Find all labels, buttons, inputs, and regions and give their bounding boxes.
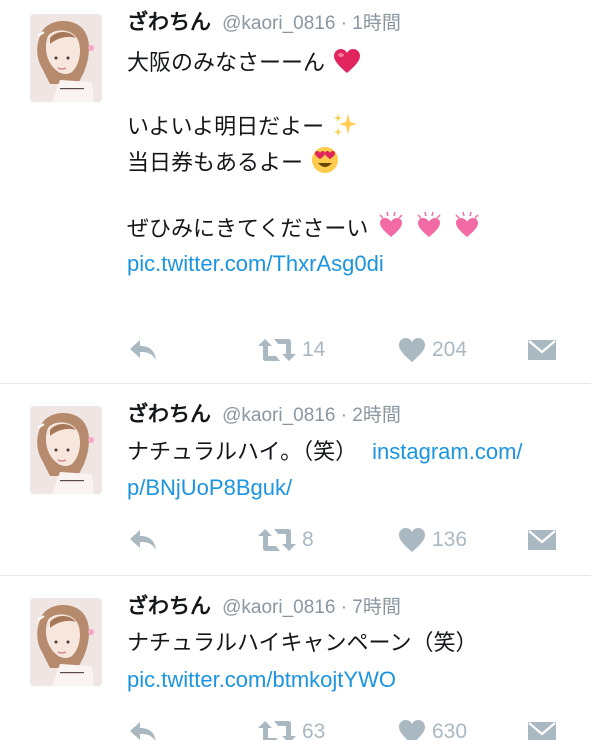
tweet[interactable]: ざわちん @kaori_0816 · 7時間 ナチュラルハイキャンペーン（笑） … <box>0 576 591 740</box>
tweet-text: ナチュラルハイキャンペーン（笑） pic.twitter.com/btmkojt… <box>127 626 591 698</box>
like-count: 136 <box>432 528 468 551</box>
growing-heart-emoji <box>455 211 479 237</box>
timestamp[interactable]: 2時間 <box>352 405 401 426</box>
tweet-meta: @kaori_0816 · 7時間 <box>222 597 401 618</box>
heart-icon <box>399 338 425 362</box>
tweet-line: 当日券もあるよー <box>127 146 591 182</box>
reply-icon <box>130 722 156 740</box>
retweet-icon <box>258 339 296 361</box>
tweet-header: ざわちん @kaori_0816 · 2時間 <box>127 400 401 430</box>
reply-button[interactable] <box>128 712 158 740</box>
envelope-icon <box>528 340 556 360</box>
retweet-icon <box>258 529 296 551</box>
heart-icon <box>399 528 425 552</box>
retweet-count: 63 <box>302 720 326 740</box>
direct-message-button[interactable] <box>527 330 557 370</box>
tweet-meta: @kaori_0816 · 2時間 <box>222 405 401 426</box>
timeline: ざわちん @kaori_0816 · 1時間 大阪のみなさーーん いよいよ明日だ… <box>0 0 591 740</box>
retweet-count: 14 <box>302 338 326 361</box>
display-name[interactable]: ざわちん <box>127 594 211 618</box>
timestamp[interactable]: 7時間 <box>352 597 401 618</box>
display-name[interactable]: ざわちん <box>127 10 211 34</box>
tweet-line: ナチュラルハイキャンペーン（笑） <box>127 631 478 656</box>
heart-eyes-emoji <box>312 147 339 173</box>
envelope-icon <box>528 530 556 550</box>
envelope-icon <box>528 722 556 740</box>
heart-icon <box>399 720 425 740</box>
separator: · <box>340 597 348 618</box>
media-link[interactable]: pic.twitter.com/btmkojtYWO <box>127 667 396 692</box>
direct-message-button[interactable] <box>527 712 557 740</box>
handle[interactable]: @kaori_0816 <box>222 13 335 34</box>
retweet-button[interactable]: 63 <box>258 712 325 740</box>
like-button[interactable]: 136 <box>398 520 467 560</box>
sparkles-emoji <box>334 114 358 136</box>
reply-button[interactable] <box>128 330 158 370</box>
instagram-link[interactable]: instagram.com/ <box>372 439 522 464</box>
like-button[interactable]: 630 <box>398 712 467 740</box>
tweet-actions: 63 630 <box>0 712 591 740</box>
retweet-button[interactable]: 8 <box>258 520 314 560</box>
reply-button[interactable] <box>128 520 158 560</box>
tweet-actions: 8 136 <box>0 520 591 560</box>
avatar[interactable] <box>30 598 102 686</box>
avatar[interactable] <box>30 406 102 494</box>
handle[interactable]: @kaori_0816 <box>222 405 335 426</box>
growing-heart-emoji <box>417 211 441 237</box>
tweet-header: ざわちん @kaori_0816 · 7時間 <box>127 592 401 622</box>
tweet[interactable]: ざわちん @kaori_0816 · 1時間 大阪のみなさーーん いよいよ明日だ… <box>0 0 591 383</box>
tweet-meta: @kaori_0816 · 1時間 <box>222 13 401 34</box>
tweet-line: いよいよ明日だよー <box>127 110 591 146</box>
instagram-link-continued[interactable]: p/BNjUoP8Bguk/ <box>127 475 292 500</box>
tweet-line: ナチュラルハイ。（笑） instagram.com/ <box>127 439 523 465</box>
like-button[interactable]: 204 <box>398 330 467 370</box>
direct-message-button[interactable] <box>527 520 557 560</box>
retweet-count: 8 <box>302 528 314 551</box>
like-count: 630 <box>432 720 468 740</box>
timestamp[interactable]: 1時間 <box>352 13 401 34</box>
heart-emoji <box>334 49 361 73</box>
tweet-line: pic.twitter.com/btmkojtYWO <box>127 662 591 698</box>
retweet-button[interactable]: 14 <box>258 330 325 370</box>
tweet-line: pic.twitter.com/ThxrAsg0di <box>127 246 591 282</box>
tweet-text: 大阪のみなさーーん いよいよ明日だよー 当日券もあるよー ぜひみにきてくださーい… <box>127 46 591 282</box>
avatar[interactable] <box>30 14 102 102</box>
media-link[interactable]: pic.twitter.com/ThxrAsg0di <box>127 251 384 276</box>
tweet-line: ぜひみにきてくださーい <box>127 210 591 246</box>
tweet-text: ナチュラルハイ。（笑） instagram.com/ p/BNjUoP8Bguk… <box>127 434 591 506</box>
reply-icon <box>130 340 156 360</box>
growing-heart-emoji <box>379 211 403 237</box>
like-count: 204 <box>432 338 468 361</box>
tweet-actions: 14 204 <box>0 330 591 370</box>
tweet-line: 大阪のみなさーーん <box>127 46 591 82</box>
separator: · <box>340 405 348 426</box>
display-name[interactable]: ざわちん <box>127 402 211 426</box>
tweet-line: p/BNjUoP8Bguk/ <box>127 470 591 506</box>
tweet-header: ざわちん @kaori_0816 · 1時間 <box>127 8 401 38</box>
reply-icon <box>130 530 156 550</box>
handle[interactable]: @kaori_0816 <box>222 597 335 618</box>
retweet-icon <box>258 721 296 740</box>
separator: · <box>340 13 348 34</box>
tweet[interactable]: ざわちん @kaori_0816 · 2時間 ナチュラルハイ。（笑） insta… <box>0 384 591 575</box>
